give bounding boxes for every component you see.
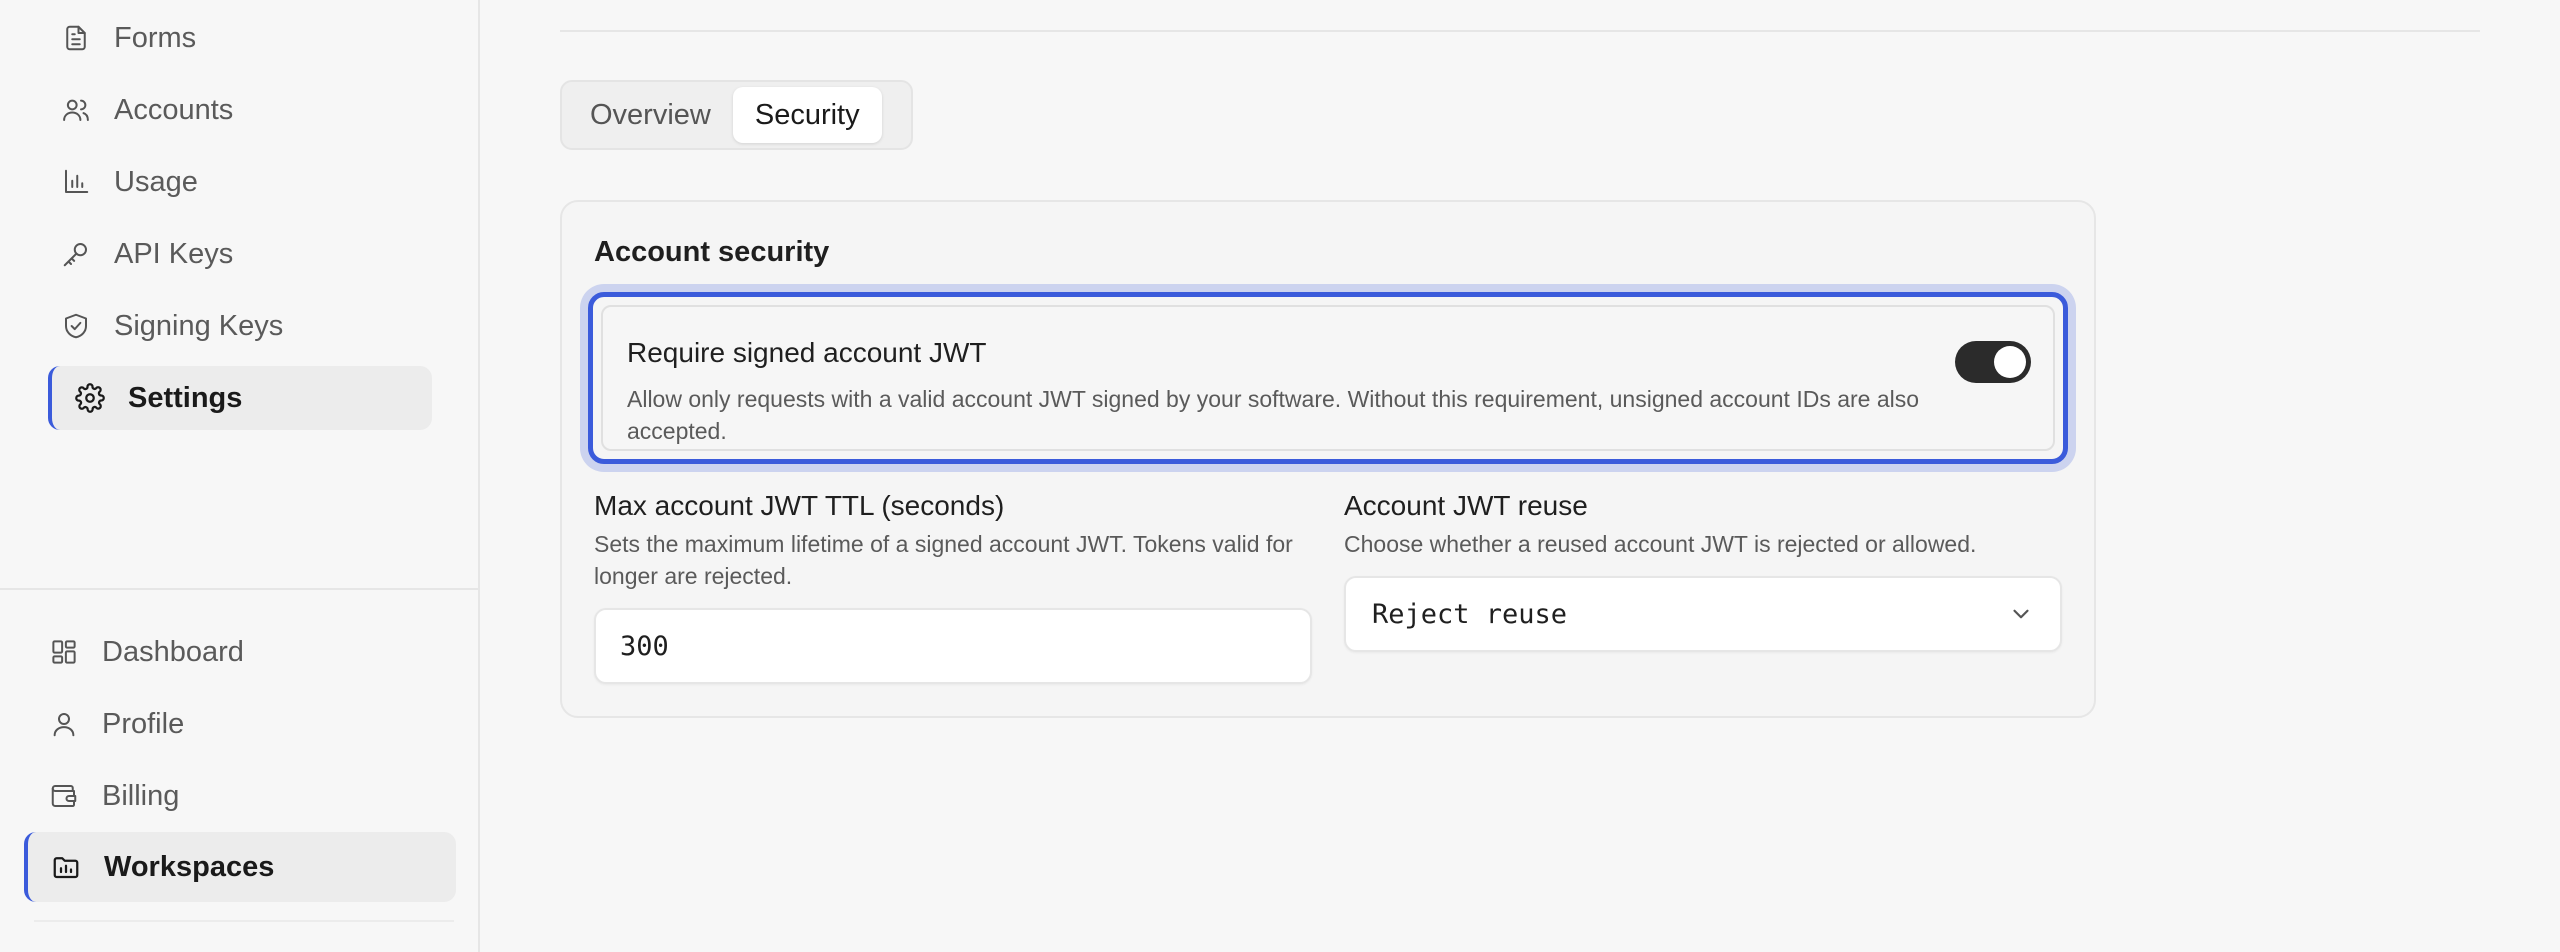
- jwt-reuse-selected-value: Reject reuse: [1372, 598, 1568, 630]
- sidebar-item-label: Signing Keys: [114, 309, 284, 342]
- document-icon: [58, 20, 94, 56]
- tab-security[interactable]: Security: [732, 87, 882, 143]
- dashboard-icon: [46, 634, 82, 670]
- sidebar-item-label: Settings: [128, 381, 243, 414]
- wallet-icon: [46, 778, 82, 814]
- toggle-knob: [1994, 346, 2026, 378]
- gear-icon: [72, 380, 108, 416]
- sidebar-item-usage[interactable]: Usage: [58, 150, 430, 214]
- sidebar-item-signing-keys[interactable]: Signing Keys: [58, 294, 430, 358]
- sidebar-item-label: Usage: [114, 165, 198, 198]
- section-title: Account security: [594, 236, 830, 268]
- sidebar-item-workspaces[interactable]: Workspaces: [24, 832, 456, 902]
- sidebar-item-dashboard[interactable]: Dashboard: [46, 620, 446, 684]
- max-ttl-help: Sets the maximum lifetime of a signed ac…: [594, 531, 1293, 589]
- sidebar-item-api-keys[interactable]: API Keys: [58, 222, 430, 286]
- sidebar-divider: [34, 920, 454, 922]
- sidebar-item-billing[interactable]: Billing: [46, 764, 446, 828]
- require-jwt-setting: Require signed account JWT Allow only re…: [588, 292, 2068, 464]
- max-ttl-input[interactable]: [594, 608, 1312, 684]
- jwt-reuse-select[interactable]: Reject reuse: [1344, 576, 2062, 652]
- user-icon: [46, 706, 82, 742]
- shield-check-icon: [58, 308, 94, 344]
- require-jwt-panel: Require signed account JWT Allow only re…: [601, 305, 2055, 451]
- sidebar-item-label: Dashboard: [102, 635, 244, 668]
- sidebar-item-profile[interactable]: Profile: [46, 692, 446, 756]
- sidebar-item-label: Forms: [114, 21, 197, 54]
- header-divider: [560, 30, 2480, 32]
- jwt-reuse-label: Account JWT reuse: [1344, 490, 1588, 521]
- sidebar-item-settings[interactable]: Settings: [48, 366, 432, 430]
- jwt-reuse-help: Choose whether a reused account JWT is r…: [1344, 531, 1977, 557]
- tab-overview[interactable]: Overview: [568, 87, 733, 143]
- sidebar-item-label: API Keys: [114, 237, 234, 270]
- sidebar-divider: [0, 588, 478, 590]
- sidebar-item-forms[interactable]: Forms: [58, 6, 430, 70]
- require-jwt-title: Require signed account JWT: [627, 337, 987, 368]
- tab-bar: Overview Security: [560, 80, 913, 150]
- users-icon: [58, 92, 94, 128]
- require-jwt-description: Allow only requests with a valid account…: [627, 386, 1920, 444]
- chevron-down-icon: [2008, 601, 2034, 627]
- sidebar-item-label: Accounts: [114, 93, 234, 126]
- max-ttl-label: Max account JWT TTL (seconds): [594, 490, 1005, 521]
- folder-icon: [48, 849, 84, 885]
- sidebar-item-label: Billing: [102, 779, 180, 812]
- key-icon: [58, 236, 94, 272]
- sidebar-item-accounts[interactable]: Accounts: [58, 78, 430, 142]
- sidebar: Forms Accounts Usage API Keys Signing Ke…: [0, 0, 480, 952]
- bar-chart-icon: [58, 164, 94, 200]
- require-jwt-toggle[interactable]: [1955, 341, 2031, 383]
- sidebar-item-label: Profile: [102, 707, 185, 740]
- sidebar-item-label: Workspaces: [104, 850, 275, 883]
